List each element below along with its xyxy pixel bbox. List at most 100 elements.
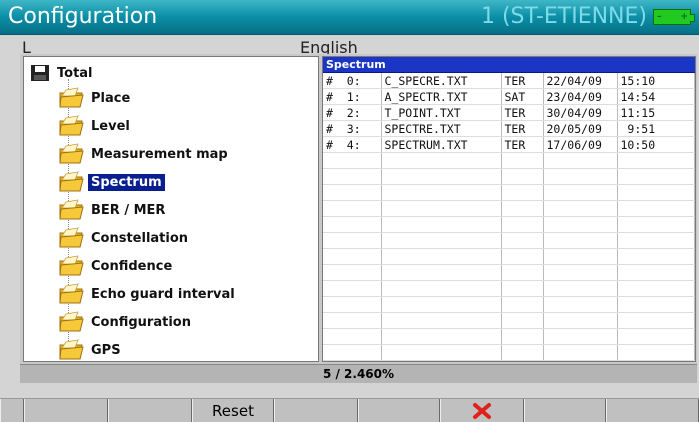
cell-type: TER (501, 73, 544, 89)
cell-index: # 2: (323, 104, 382, 121)
cell-time (617, 152, 695, 169)
function-key-1[interactable] (24, 399, 108, 422)
status-bar: 5 / 2.460% (20, 364, 697, 383)
function-key-7[interactable] (524, 399, 606, 422)
folder-icon (59, 255, 84, 276)
table-row[interactable] (323, 232, 695, 249)
table-row[interactable]: # 4: SPECTRUM.TXT TER 17/06/09 10:50 (323, 136, 695, 153)
folder-icon (59, 171, 84, 192)
tree-item[interactable]: BER / MER (58, 197, 168, 223)
cell-type (501, 248, 544, 265)
table-row[interactable] (323, 264, 695, 281)
cell-type: TER (501, 136, 544, 153)
table-row[interactable] (323, 200, 695, 217)
tree-item[interactable]: Confidence (58, 253, 175, 279)
table-row[interactable] (323, 280, 695, 297)
cell-date (543, 248, 618, 265)
cell-time: 15:10 (617, 73, 695, 89)
tree-item[interactable]: Place (58, 85, 133, 111)
cell-index (323, 184, 382, 201)
table-row[interactable]: # 3: SPECTRE.TXT TER 20/05/09 9:51 (323, 120, 695, 137)
cell-date (543, 184, 618, 201)
tree-item[interactable]: Configuration (58, 309, 194, 335)
cell-type (501, 168, 544, 185)
tree-item-label: BER / MER (91, 202, 166, 218)
cell-type (501, 280, 544, 297)
cell-name (381, 184, 502, 201)
table-row[interactable]: # 0: C_SPECRE.TXT TER 22/04/09 15:10 (323, 73, 695, 89)
cell-type (501, 344, 544, 361)
cancel-button[interactable] (440, 399, 524, 422)
cell-time (617, 312, 695, 329)
table-row[interactable]: # 1: A_SPECTR.TXT SAT 23/04/09 14:54 (323, 88, 695, 105)
cell-name (381, 296, 502, 313)
cell-type (501, 232, 544, 249)
cell-name (381, 280, 502, 297)
table-row[interactable] (323, 312, 695, 329)
tree-item[interactable]: GPS (58, 337, 124, 363)
cell-name: C_SPECRE.TXT (381, 73, 502, 89)
site-name: 1 (ST-ETIENNE) (480, 4, 647, 29)
file-table: # 0: C_SPECRE.TXT TER 22/04/09 15:10 # 1: A_SP… (323, 73, 695, 361)
cell-index (323, 216, 382, 233)
cell-date (543, 280, 618, 297)
cell-type: SAT (501, 88, 544, 105)
cell-index (323, 296, 382, 313)
folder-icon (59, 227, 84, 248)
tree-item-label: Spectrum (88, 173, 165, 191)
background-label-language: English (300, 38, 358, 54)
table-row[interactable] (323, 248, 695, 265)
tree-item[interactable]: Spectrum (58, 169, 165, 195)
cell-time (617, 344, 695, 361)
file-list[interactable]: Spectrum # 0: C_SPECRE.TXT TER 22/04/09 15:1… (322, 56, 696, 362)
cell-date: 30/04/09 (543, 104, 618, 121)
tree-item[interactable]: Measurement map (58, 141, 231, 167)
folder-icon (59, 283, 84, 304)
cell-name: T_POINT.TXT (381, 104, 502, 121)
cell-name (381, 168, 502, 185)
tree-root[interactable]: Total (30, 60, 96, 86)
cell-time (617, 168, 695, 185)
cell-type: TER (501, 104, 544, 121)
cell-date (543, 328, 618, 345)
function-key-2[interactable] (108, 399, 192, 422)
tree-item-label: Place (91, 90, 131, 106)
cell-time: 9:51 (617, 120, 695, 137)
cell-time: 14:54 (617, 88, 695, 105)
function-key-5[interactable] (358, 399, 440, 422)
table-row[interactable] (323, 216, 695, 233)
folder-icon (59, 143, 84, 164)
table-row[interactable] (323, 328, 695, 345)
table-row[interactable] (323, 152, 695, 169)
tree-item[interactable]: Constellation (58, 225, 191, 251)
function-key-8[interactable] (606, 399, 699, 422)
table-row[interactable] (323, 344, 695, 361)
cancel-icon (473, 402, 491, 419)
cell-name (381, 248, 502, 265)
tree-root-label: Total (57, 65, 93, 81)
tree-item[interactable]: Echo guard interval (58, 281, 238, 307)
table-row[interactable] (323, 184, 695, 201)
cell-name: A_SPECTR.TXT (381, 88, 502, 105)
function-key-4[interactable] (274, 399, 358, 422)
tree-item-label: Confidence (91, 258, 173, 274)
cell-index (323, 328, 382, 345)
tree-item[interactable]: Level (58, 113, 133, 139)
tree-item-label: Echo guard interval (91, 286, 235, 302)
cell-index (323, 152, 382, 169)
cell-name (381, 328, 502, 345)
tree-item-label: Constellation (91, 230, 189, 246)
cell-index (323, 344, 382, 361)
battery-icon: – + (653, 9, 695, 25)
cell-name (381, 200, 502, 217)
category-tree[interactable]: Total Place Level Measurement map Spectrum B… (23, 56, 319, 362)
table-row[interactable] (323, 296, 695, 313)
table-row[interactable] (323, 168, 695, 185)
table-row[interactable]: # 2: T_POINT.TXT TER 30/04/09 11:15 (323, 104, 695, 121)
cell-index (323, 264, 382, 281)
title-bar: Configuration 1 (ST-ETIENNE) – + (0, 0, 699, 35)
cell-index (323, 168, 382, 185)
reset-button[interactable]: Reset (192, 399, 274, 422)
cell-type (501, 312, 544, 329)
window-title: Configuration (8, 4, 158, 29)
